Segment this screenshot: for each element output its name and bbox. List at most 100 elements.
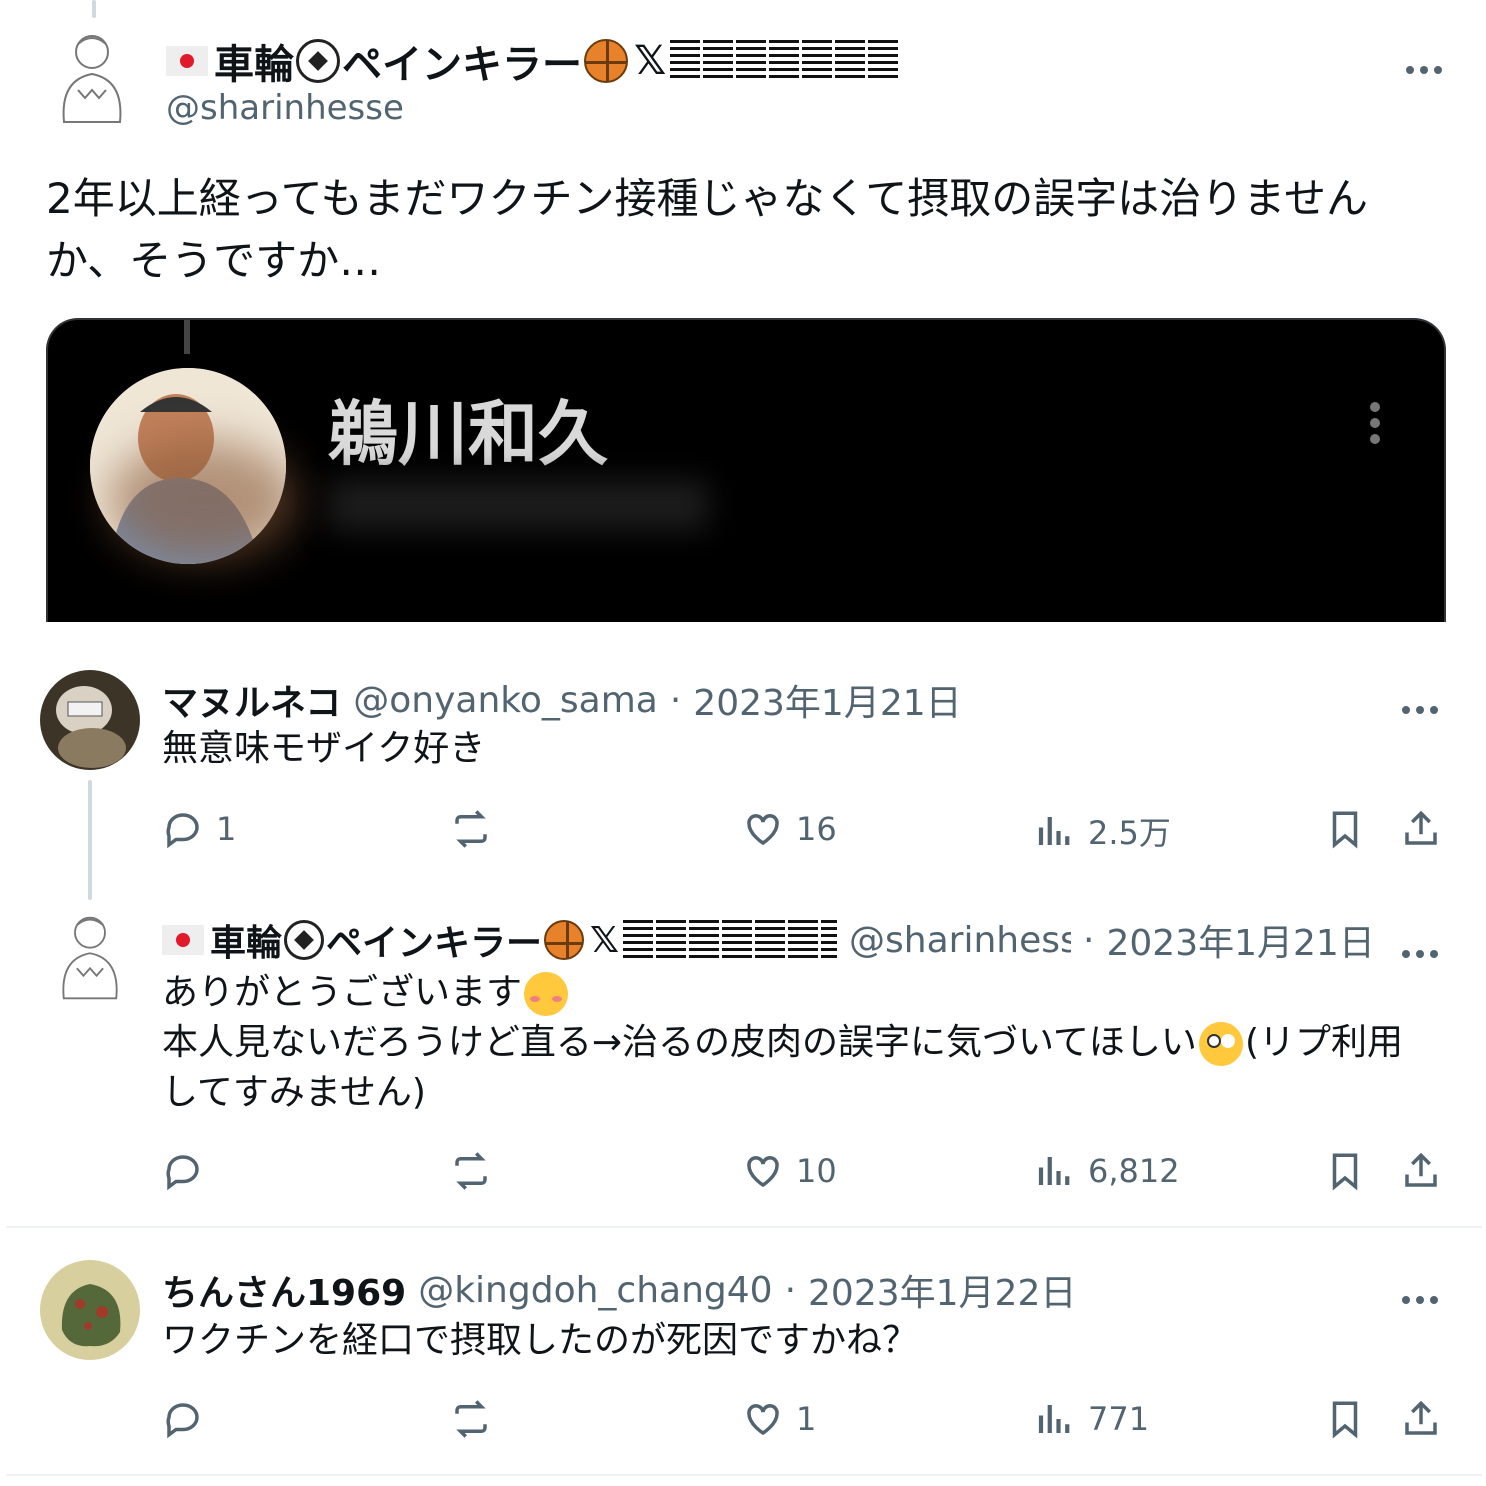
- bookmark-icon: [1332, 811, 1358, 849]
- bookmark-button[interactable]: [1324, 1398, 1366, 1440]
- soccer-ball-icon: [296, 39, 340, 83]
- basketball-icon: [584, 39, 628, 83]
- author-name[interactable]: ちんさん1969: [162, 1264, 406, 1316]
- media-more-icon: [1370, 402, 1380, 450]
- bookmark-button[interactable]: [1324, 1150, 1366, 1192]
- media-blurred-text: [328, 480, 708, 530]
- media-divider: [184, 320, 190, 354]
- author-name-text: 車輪: [214, 42, 294, 88]
- author-handle[interactable]: @kingdoh_chang40: [418, 1270, 772, 1311]
- x-logo-icon: 𝕏: [590, 919, 620, 961]
- share-icon: [1405, 1152, 1437, 1187]
- reply-icon: [166, 1403, 199, 1439]
- tweet-text: 2年以上経ってもまだワクチン接種じゃなくて摂取の誤字は治りませんか、そうですか…: [46, 174, 1369, 285]
- views-count: 6,812: [1088, 1152, 1180, 1190]
- author-handle[interactable]: @sharinhesse: [166, 88, 404, 128]
- views-icon: [1038, 1405, 1070, 1433]
- pleading-face-icon: [1198, 1022, 1243, 1066]
- avatar-illustration: [62, 916, 118, 1000]
- repost-button[interactable]: [450, 1150, 492, 1192]
- tweet-text-segment: 本人見ないだろうけど直る→治るの皮肉の誤字に気づいてほしい: [162, 1022, 1197, 1063]
- share-button[interactable]: [1400, 808, 1442, 850]
- repost-icon: [455, 1400, 487, 1438]
- soccer-ball-icon: [284, 920, 325, 960]
- divider: [6, 1474, 1482, 1476]
- reply-header: ちんさん1969 @kingdoh_chang40 · 2023年1月22日: [162, 1264, 1076, 1316]
- views-button[interactable]: 771: [1034, 1398, 1149, 1440]
- tweet-text: ありがとうございます 本人見ないだろうけど直る→治るの皮肉の誤字に気づいてほしい…: [162, 968, 1452, 1118]
- repost-button[interactable]: [450, 808, 492, 850]
- like-count: 16: [796, 810, 837, 848]
- views-button[interactable]: 2.5万: [1034, 808, 1171, 854]
- japan-flag-icon: [166, 46, 208, 76]
- avatar-illustration: [62, 35, 122, 123]
- reply-button[interactable]: [162, 1398, 204, 1440]
- like-icon: [747, 814, 779, 846]
- blushing-face-icon: [524, 972, 569, 1016]
- reply-button[interactable]: 1: [162, 808, 236, 850]
- avatar[interactable]: [52, 30, 132, 126]
- timestamp[interactable]: 2023年1月21日: [1107, 914, 1375, 966]
- like-button[interactable]: 16: [742, 808, 837, 850]
- bookmark-icon: [1332, 1401, 1358, 1439]
- media-blur: [108, 440, 298, 560]
- timestamp[interactable]: 2023年1月22日: [808, 1264, 1076, 1316]
- bookmark-button[interactable]: [1324, 808, 1366, 850]
- views-icon: [1038, 1157, 1070, 1185]
- share-button[interactable]: [1400, 1150, 1442, 1192]
- japan-flag-icon: [162, 925, 204, 955]
- more-icon[interactable]: [1402, 934, 1444, 964]
- author-handle[interactable]: @sharinhesse: [849, 920, 1071, 961]
- reply-count: 1: [216, 810, 237, 848]
- repost-button[interactable]: [450, 1398, 492, 1440]
- media-title: 鵜川和久: [328, 393, 608, 475]
- bars-icon: [623, 920, 838, 960]
- views-count: 2.5万: [1088, 814, 1171, 852]
- thread-line-top: [92, 0, 96, 18]
- more-icon[interactable]: [1402, 1280, 1444, 1310]
- tweet-text: ワクチンを経口で摂取したのが死因ですかね？: [162, 1320, 919, 1361]
- views-icon: [1038, 817, 1070, 845]
- tweet-text-segment: してすみません): [162, 1072, 426, 1113]
- reply-header: マヌルネコ @onyanko_sama · 2023年1月21日: [162, 674, 962, 726]
- avatar[interactable]: [40, 670, 140, 770]
- tweet-text-segment: (リプ利用: [1244, 1022, 1403, 1063]
- separator: ·: [784, 1269, 797, 1311]
- reply-button[interactable]: [162, 1150, 204, 1192]
- reply-header: 車輪 ペインキラー 𝕏 @sharinhesse · 2023年1月21日: [162, 914, 1375, 966]
- author-name[interactable]: 車輪 ペインキラー 𝕏: [166, 32, 901, 90]
- reply-icon: [166, 813, 199, 849]
- author-name[interactable]: 車輪: [210, 914, 282, 966]
- timestamp[interactable]: 2023年1月21日: [693, 674, 961, 726]
- like-button[interactable]: 10: [742, 1150, 837, 1192]
- avatar-illustration: [40, 670, 140, 770]
- author-name-suffix: ペインキラー: [342, 42, 582, 88]
- tweet-text-segment: ありがとうございます: [162, 972, 523, 1013]
- avatar[interactable]: [40, 1260, 140, 1360]
- share-icon: [1405, 1400, 1437, 1435]
- bars-icon: [670, 40, 901, 82]
- like-count: 1: [796, 1400, 817, 1438]
- thread-line-reply: [88, 780, 92, 900]
- author-name-suffix: ペインキラー: [326, 923, 543, 964]
- avatar[interactable]: [52, 912, 128, 1002]
- separator: ·: [669, 679, 682, 721]
- author-name[interactable]: マヌルネコ: [162, 674, 341, 726]
- more-icon[interactable]: [1406, 50, 1448, 80]
- share-icon: [1405, 810, 1437, 845]
- share-button[interactable]: [1400, 1398, 1442, 1440]
- more-icon[interactable]: [1402, 690, 1444, 720]
- tweet-text-line: ありがとうございます: [162, 968, 1452, 1018]
- reply-icon: [166, 1155, 199, 1191]
- separator: ·: [1083, 919, 1095, 961]
- author-handle[interactable]: @onyanko_sama: [353, 680, 658, 721]
- views-count: 771: [1088, 1400, 1150, 1438]
- divider: [6, 1226, 1482, 1228]
- avatar-illustration: [40, 1260, 140, 1360]
- views-button[interactable]: 6,812: [1034, 1150, 1180, 1192]
- tweet-text: 無意味モザイク好き: [162, 728, 486, 769]
- like-icon: [747, 1404, 779, 1436]
- tweet-media[interactable]: 鵜川和久: [46, 318, 1446, 622]
- like-button[interactable]: 1: [742, 1398, 816, 1440]
- bookmark-icon: [1332, 1153, 1358, 1191]
